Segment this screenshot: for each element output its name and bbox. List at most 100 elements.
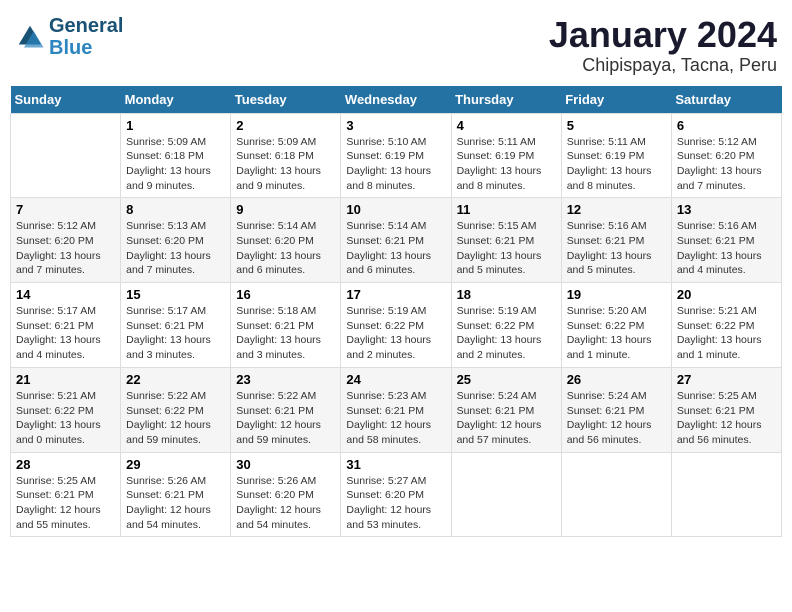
day-info: Sunrise: 5:12 AMSunset: 6:20 PMDaylight:… xyxy=(16,219,115,278)
day-number: 5 xyxy=(567,118,666,133)
logo: General Blue xyxy=(15,15,123,59)
day-number: 15 xyxy=(126,287,225,302)
day-info: Sunrise: 5:26 AMSunset: 6:20 PMDaylight:… xyxy=(236,474,335,533)
day-info: Sunrise: 5:26 AMSunset: 6:21 PMDaylight:… xyxy=(126,474,225,533)
day-info: Sunrise: 5:19 AMSunset: 6:22 PMDaylight:… xyxy=(346,304,445,363)
calendar-week-row: 7 Sunrise: 5:12 AMSunset: 6:20 PMDaylight… xyxy=(11,198,782,283)
day-number: 29 xyxy=(126,457,225,472)
day-number: 24 xyxy=(346,372,445,387)
day-info: Sunrise: 5:24 AMSunset: 6:21 PMDaylight:… xyxy=(457,389,556,448)
table-row: 17 Sunrise: 5:19 AMSunset: 6:22 PMDayligh… xyxy=(341,283,451,368)
day-info: Sunrise: 5:11 AMSunset: 6:19 PMDaylight:… xyxy=(567,135,666,194)
day-info: Sunrise: 5:25 AMSunset: 6:21 PMDaylight:… xyxy=(677,389,776,448)
col-monday: Monday xyxy=(121,86,231,114)
day-info: Sunrise: 5:18 AMSunset: 6:21 PMDaylight:… xyxy=(236,304,335,363)
day-info: Sunrise: 5:12 AMSunset: 6:20 PMDaylight:… xyxy=(677,135,776,194)
table-row xyxy=(451,452,561,537)
table-row: 14 Sunrise: 5:17 AMSunset: 6:21 PMDayligh… xyxy=(11,283,121,368)
day-number: 10 xyxy=(346,202,445,217)
table-row: 1Sunrise: 5:09 AMSunset: 6:18 PMDaylight… xyxy=(121,113,231,198)
day-info: Sunrise: 5:19 AMSunset: 6:22 PMDaylight:… xyxy=(457,304,556,363)
table-row: 26 Sunrise: 5:24 AMSunset: 6:21 PMDayligh… xyxy=(561,367,671,452)
day-number: 26 xyxy=(567,372,666,387)
table-row xyxy=(561,452,671,537)
table-row: 19Sunrise: 5:20 AMSunset: 6:22 PMDayligh… xyxy=(561,283,671,368)
day-info: Sunrise: 5:24 AMSunset: 6:21 PMDaylight:… xyxy=(567,389,666,448)
day-number: 25 xyxy=(457,372,556,387)
day-info: Sunrise: 5:11 AMSunset: 6:19 PMDaylight:… xyxy=(457,135,556,194)
day-number: 4 xyxy=(457,118,556,133)
day-number: 27 xyxy=(677,372,776,387)
table-row: 10 Sunrise: 5:14 AMSunset: 6:21 PMDayligh… xyxy=(341,198,451,283)
calendar-table: Sunday Monday Tuesday Wednesday Thursday… xyxy=(10,86,782,538)
table-row: 23 Sunrise: 5:22 AMSunset: 6:21 PMDayligh… xyxy=(231,367,341,452)
page-subtitle: Chipispaya, Tacna, Peru xyxy=(549,55,777,76)
day-number: 11 xyxy=(457,202,556,217)
day-number: 31 xyxy=(346,457,445,472)
day-number: 28 xyxy=(16,457,115,472)
table-row: 28 Sunrise: 5:25 AMSunset: 6:21 PMDayligh… xyxy=(11,452,121,537)
table-row: 13Sunrise: 5:16 AMSunset: 6:21 PMDayligh… xyxy=(671,198,781,283)
page-title: January 2024 xyxy=(549,15,777,55)
title-block: January 2024 Chipispaya, Tacna, Peru xyxy=(549,15,777,76)
calendar-header-row: Sunday Monday Tuesday Wednesday Thursday… xyxy=(11,86,782,114)
day-number: 17 xyxy=(346,287,445,302)
day-number: 7 xyxy=(16,202,115,217)
col-thursday: Thursday xyxy=(451,86,561,114)
table-row: 2Sunrise: 5:09 AMSunset: 6:18 PMDaylight… xyxy=(231,113,341,198)
table-row: 21Sunrise: 5:21 AMSunset: 6:22 PMDayligh… xyxy=(11,367,121,452)
day-info: Sunrise: 5:22 AMSunset: 6:22 PMDaylight:… xyxy=(126,389,225,448)
day-info: Sunrise: 5:16 AMSunset: 6:21 PMDaylight:… xyxy=(567,219,666,278)
day-number: 19 xyxy=(567,287,666,302)
day-number: 2 xyxy=(236,118,335,133)
day-info: Sunrise: 5:10 AMSunset: 6:19 PMDaylight:… xyxy=(346,135,445,194)
day-info: Sunrise: 5:13 AMSunset: 6:20 PMDaylight:… xyxy=(126,219,225,278)
col-friday: Friday xyxy=(561,86,671,114)
calendar-week-row: 14 Sunrise: 5:17 AMSunset: 6:21 PMDayligh… xyxy=(11,283,782,368)
table-row: 11 Sunrise: 5:15 AMSunset: 6:21 PMDayligh… xyxy=(451,198,561,283)
day-info: Sunrise: 5:14 AMSunset: 6:20 PMDaylight:… xyxy=(236,219,335,278)
logo-text: General Blue xyxy=(49,15,123,59)
table-row: 5 Sunrise: 5:11 AMSunset: 6:19 PMDaylight… xyxy=(561,113,671,198)
day-number: 3 xyxy=(346,118,445,133)
table-row: 30 Sunrise: 5:26 AMSunset: 6:20 PMDayligh… xyxy=(231,452,341,537)
calendar-week-row: 1Sunrise: 5:09 AMSunset: 6:18 PMDaylight… xyxy=(11,113,782,198)
day-number: 14 xyxy=(16,287,115,302)
page-header: General Blue January 2024 Chipispaya, Ta… xyxy=(10,10,782,76)
day-info: Sunrise: 5:25 AMSunset: 6:21 PMDaylight:… xyxy=(16,474,115,533)
col-sunday: Sunday xyxy=(11,86,121,114)
table-row: 12 Sunrise: 5:16 AMSunset: 6:21 PMDayligh… xyxy=(561,198,671,283)
day-number: 12 xyxy=(567,202,666,217)
day-number: 23 xyxy=(236,372,335,387)
table-row: 16Sunrise: 5:18 AMSunset: 6:21 PMDayligh… xyxy=(231,283,341,368)
table-row: 8Sunrise: 5:13 AMSunset: 6:20 PMDaylight… xyxy=(121,198,231,283)
table-row: 20Sunrise: 5:21 AMSunset: 6:22 PMDayligh… xyxy=(671,283,781,368)
col-tuesday: Tuesday xyxy=(231,86,341,114)
day-info: Sunrise: 5:21 AMSunset: 6:22 PMDaylight:… xyxy=(16,389,115,448)
day-number: 30 xyxy=(236,457,335,472)
day-info: Sunrise: 5:22 AMSunset: 6:21 PMDaylight:… xyxy=(236,389,335,448)
day-info: Sunrise: 5:21 AMSunset: 6:22 PMDaylight:… xyxy=(677,304,776,363)
table-row xyxy=(671,452,781,537)
table-row: 4 Sunrise: 5:11 AMSunset: 6:19 PMDaylight… xyxy=(451,113,561,198)
day-number: 13 xyxy=(677,202,776,217)
day-info: Sunrise: 5:15 AMSunset: 6:21 PMDaylight:… xyxy=(457,219,556,278)
table-row: 7 Sunrise: 5:12 AMSunset: 6:20 PMDaylight… xyxy=(11,198,121,283)
day-info: Sunrise: 5:23 AMSunset: 6:21 PMDaylight:… xyxy=(346,389,445,448)
day-info: Sunrise: 5:17 AMSunset: 6:21 PMDaylight:… xyxy=(16,304,115,363)
table-row: 15Sunrise: 5:17 AMSunset: 6:21 PMDayligh… xyxy=(121,283,231,368)
table-row: 27 Sunrise: 5:25 AMSunset: 6:21 PMDayligh… xyxy=(671,367,781,452)
day-number: 9 xyxy=(236,202,335,217)
logo-icon xyxy=(15,22,45,52)
table-row: 9 Sunrise: 5:14 AMSunset: 6:20 PMDaylight… xyxy=(231,198,341,283)
table-row: 25 Sunrise: 5:24 AMSunset: 6:21 PMDayligh… xyxy=(451,367,561,452)
day-info: Sunrise: 5:14 AMSunset: 6:21 PMDaylight:… xyxy=(346,219,445,278)
table-row xyxy=(11,113,121,198)
day-info: Sunrise: 5:27 AMSunset: 6:20 PMDaylight:… xyxy=(346,474,445,533)
calendar-week-row: 28 Sunrise: 5:25 AMSunset: 6:21 PMDayligh… xyxy=(11,452,782,537)
table-row: 22 Sunrise: 5:22 AMSunset: 6:22 PMDayligh… xyxy=(121,367,231,452)
day-number: 22 xyxy=(126,372,225,387)
table-row: 6Sunrise: 5:12 AMSunset: 6:20 PMDaylight… xyxy=(671,113,781,198)
table-row: 31 Sunrise: 5:27 AMSunset: 6:20 PMDayligh… xyxy=(341,452,451,537)
col-wednesday: Wednesday xyxy=(341,86,451,114)
